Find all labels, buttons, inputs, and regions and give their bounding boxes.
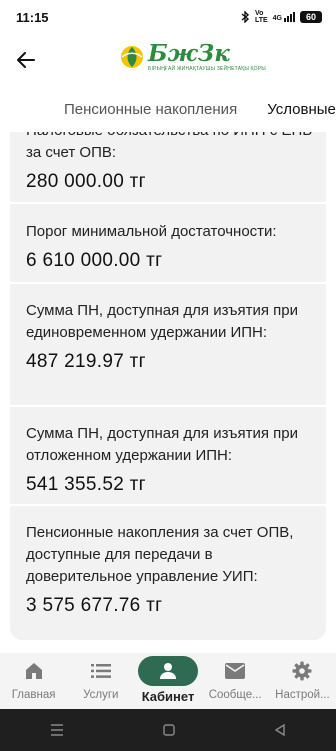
app-bar: БжЗк БІРЫҢҒАЙ ЖИНАҚТАУШЫ ЗЕЙНЕТАҚЫ ҚОРЫ (0, 34, 336, 86)
divider (10, 282, 326, 284)
info-item-single-withholding: Сумма ПН, доступная для изъятия при един… (26, 300, 316, 374)
signal-icon: 4G (273, 12, 295, 22)
volte-indicator: Vo LTE (254, 10, 268, 24)
back-triangle-icon[interactable] (274, 724, 286, 736)
logo-subtitle: БІРЫҢҒАЙ ЖИНАҚТАУШЫ ЗЕЙНЕТАҚЫ ҚОРЫ (148, 66, 266, 72)
app-logo: БжЗк БІРЫҢҒАЙ ЖИНАҚТАУШЫ ЗЕЙНЕТАҚЫ ҚОРЫ (120, 42, 266, 72)
signal-label: 4G (272, 15, 282, 22)
status-time: 11:15 (16, 9, 49, 25)
status-icons: Vo LTE 4G 60 (241, 10, 322, 24)
info-item-label: Налоговые обязательства по ИПН с ЕПВ за … (26, 132, 312, 161)
divider (10, 504, 326, 506)
info-item-trust-management: Пенсионные накопления за счет ОПВ, досту… (26, 522, 316, 618)
divider (10, 202, 326, 204)
info-item-value: 487 219.97 тг (26, 351, 146, 372)
nav-settings[interactable]: Настрой... (269, 653, 336, 709)
status-bar: 11:15 Vo LTE 4G 60 (0, 0, 336, 34)
battery-icon: 60 (300, 11, 322, 23)
info-item-value: 3 575 677.76 тг (26, 595, 163, 616)
mail-icon (225, 659, 246, 683)
info-item-value: 6 610 000.00 тг (26, 250, 163, 271)
divider (10, 405, 326, 407)
info-item-deferred-withholding: Сумма ПН, доступная для изъятия при отло… (26, 423, 316, 497)
back-button[interactable] (0, 34, 52, 86)
nav-cabinet[interactable]: Кабинет (134, 653, 201, 709)
info-card: Налоговые обязательства по ИПН с ЕПВ за … (10, 132, 326, 640)
tab-pension-savings[interactable]: Пенсионные накопления (0, 101, 237, 118)
arrow-back-icon (17, 52, 35, 68)
nav-services[interactable]: Услуги (67, 653, 134, 709)
tab-bar: Пенсионные накопления Условные (0, 86, 336, 132)
info-item-tax-obligations: Налоговые обязательства по ИПН с ЕПВ за … (26, 132, 316, 194)
home-icon (24, 659, 44, 683)
info-item-min-threshold: Порог минимальной достаточности: 6 610 0… (26, 221, 316, 273)
info-item-label: Пенсионные накопления за счет ОПВ, досту… (26, 524, 294, 585)
info-item-value: 541 355.52 тг (26, 474, 146, 495)
home-button-icon[interactable] (163, 724, 175, 736)
nav-label: Услуги (83, 689, 119, 701)
content-scroll[interactable]: Налоговые обязательства по ИПН с ЕПВ за … (0, 132, 336, 653)
list-icon (90, 659, 111, 683)
info-item-label: Сумма ПН, доступная для изъятия при отло… (26, 425, 299, 464)
nav-label: Главная (11, 689, 56, 701)
system-nav-bar (0, 709, 336, 751)
tab-conditional[interactable]: Условные (237, 101, 336, 118)
recents-icon[interactable] (50, 724, 64, 736)
nav-label: Настрой... (275, 689, 330, 701)
logo-emblem-icon (121, 46, 143, 68)
info-item-value: 280 000.00 тг (26, 171, 146, 192)
gear-icon (292, 659, 312, 683)
info-item-label: Порог минимальной достаточности: (26, 223, 277, 240)
bottom-navigation: Главная Услуги Кабинет Сообще... Настрой… (0, 653, 336, 709)
logo-title: БжЗк (148, 40, 230, 67)
nav-messages[interactable]: Сообще... (202, 653, 269, 709)
nav-home[interactable]: Главная (0, 653, 67, 709)
person-icon (138, 656, 198, 686)
nav-label: Сообще... (208, 689, 262, 701)
nav-label: Кабинет (141, 689, 195, 704)
info-item-label: Сумма ПН, доступная для изъятия при един… (26, 302, 299, 341)
bluetooth-icon (241, 11, 249, 23)
